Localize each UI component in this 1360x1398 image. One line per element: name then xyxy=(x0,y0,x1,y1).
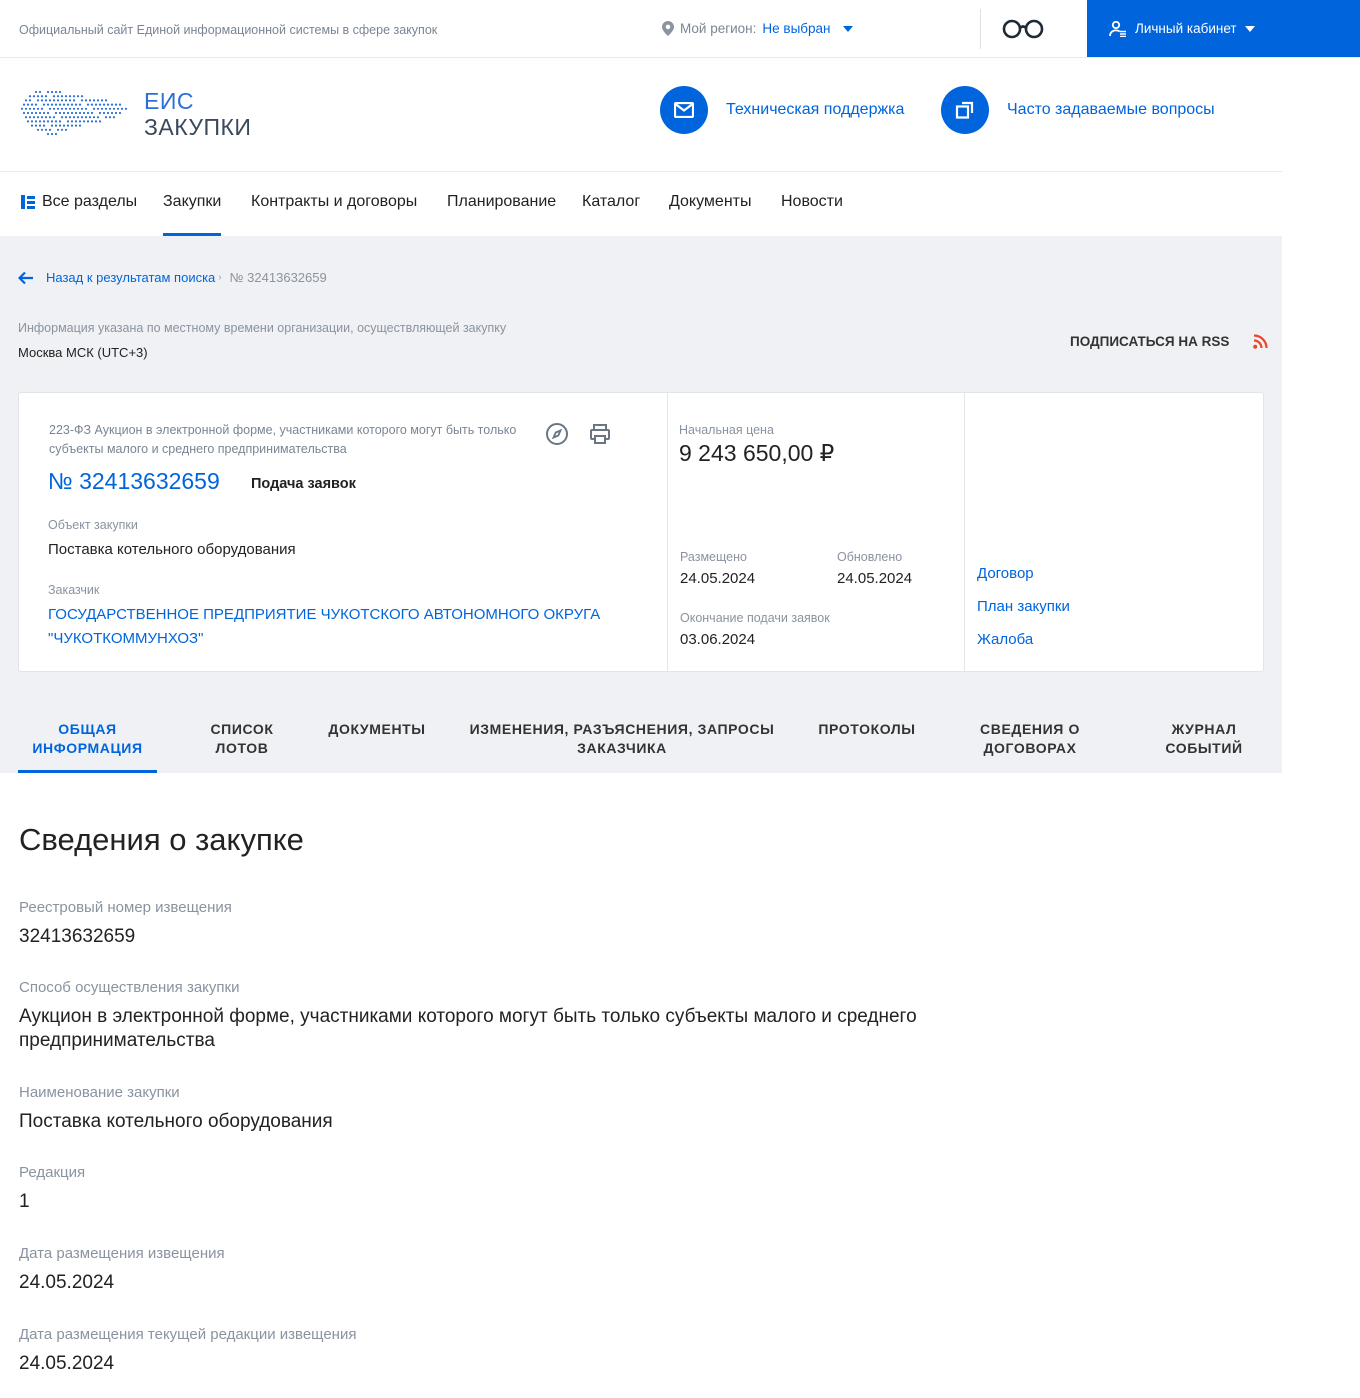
deadline-label: Окончание подачи заявок xyxy=(680,611,830,625)
complaint-link[interactable]: Жалоба xyxy=(977,631,1033,648)
field-value: 1 xyxy=(19,1191,30,1212)
updated-label: Обновлено xyxy=(837,550,903,564)
field-label: Реестровый номер извещения xyxy=(19,899,232,916)
breadcrumb-separator: › xyxy=(218,272,222,283)
purchase-plan-link[interactable]: План закупки xyxy=(977,598,1070,615)
russia-map-logo-icon xyxy=(20,90,128,136)
divider xyxy=(667,393,668,671)
purchase-stage: Подача заявок xyxy=(251,476,356,492)
divider xyxy=(980,9,981,49)
personal-cabinet-button[interactable]: Личный кабинет xyxy=(1087,0,1360,57)
timezone-note: Информация указана по местному времени о… xyxy=(18,321,507,335)
eis-logo[interactable]: ЕИС ЗАКУПКИ xyxy=(18,84,268,144)
tab-event-log[interactable]: ЖУРНАЛ СОБЫТИЙ xyxy=(1148,720,1260,758)
tab-documents[interactable]: ДОКУМЕНТЫ xyxy=(318,720,436,739)
region-selector[interactable]: Мой регион: Не выбран xyxy=(662,21,853,36)
nav-item-planning[interactable]: Планирование xyxy=(447,193,556,211)
chevron-down-icon xyxy=(842,25,853,32)
timezone-value: Москва МСК (UTC+3) xyxy=(18,345,148,360)
object-label: Объект закупки xyxy=(48,518,138,532)
rss-subscribe-button[interactable]: ПОДПИСАТЬСЯ НА RSS xyxy=(1070,334,1268,349)
chevron-down-icon xyxy=(1244,25,1255,32)
nav-item-news[interactable]: Новости xyxy=(781,193,843,211)
cabinet-label: Личный кабинет xyxy=(1135,21,1237,36)
posted-value: 24.05.2024 xyxy=(680,570,756,587)
tab-lots-list[interactable]: СПИСОК ЛОТОВ xyxy=(190,720,294,758)
compass-icon[interactable] xyxy=(545,422,569,446)
tab-general-info[interactable]: ОБЩАЯ ИНФОРМАЦИЯ xyxy=(18,720,157,758)
breadcrumb-current: № 32413632659 xyxy=(229,270,327,285)
nav-all-sections-label: Все разделы xyxy=(42,193,138,210)
user-icon xyxy=(1109,20,1126,37)
nav-all-sections[interactable]: Все разделы xyxy=(20,193,137,211)
active-tab-underline xyxy=(18,770,157,773)
price-label: Начальная цена xyxy=(679,423,774,437)
region-label: Мой регион: xyxy=(680,21,757,36)
contract-link[interactable]: Договор xyxy=(977,565,1034,582)
tab-changes-clarifications[interactable]: ИЗМЕНЕНИЯ, РАЗЪЯСНЕНИЯ, ЗАПРОСЫ ЗАКАЗЧИКА xyxy=(462,720,782,758)
site-title: Официальный сайт Единой информационной с… xyxy=(19,23,438,37)
purchase-summary-area: Назад к результатам поиска › № 324136326… xyxy=(0,236,1282,773)
page-title: Сведения о закупке xyxy=(19,822,304,857)
location-pin-icon xyxy=(662,21,674,36)
field-value: Поставка котельного оборудования xyxy=(19,1111,333,1132)
purchase-number[interactable]: № 32413632659 xyxy=(48,468,220,495)
updated-value: 24.05.2024 xyxy=(837,570,913,587)
field-value: Аукцион в электронной форме, участниками… xyxy=(19,1006,917,1051)
faq-label: Часто задаваемые вопросы xyxy=(1007,101,1215,118)
field-value: 32413632659 xyxy=(19,926,136,947)
purchase-card: 223-ФЗ Аукцион в электронной форме, учас… xyxy=(18,392,1264,672)
purchase-tabs: ОБЩАЯ ИНФОРМАЦИЯ СПИСОК ЛОТОВ ДОКУМЕНТЫ ИЗ… xyxy=(0,720,1282,773)
arrow-left-icon[interactable] xyxy=(18,271,34,285)
deadline-value: 03.06.2024 xyxy=(680,631,756,648)
logo-text: ЕИС ЗАКУПКИ xyxy=(144,88,252,140)
main-nav: Все разделы Закупки Контракты и договоры… xyxy=(0,172,1282,236)
region-value[interactable]: Не выбран xyxy=(762,21,830,36)
nav-item-catalog[interactable]: Каталог xyxy=(582,193,640,211)
purchase-type: 223-ФЗ Аукцион в электронной форме, учас… xyxy=(49,423,517,456)
price-value: 9 243 650,00 ₽ xyxy=(679,440,835,466)
nav-item-purchases[interactable]: Закупки xyxy=(163,193,222,236)
faq-link[interactable]: Часто задаваемые вопросы xyxy=(941,86,1215,134)
tech-support-link[interactable]: Техническая поддержка xyxy=(660,86,904,134)
customer-link[interactable]: ГОСУДАРСТВЕННОЕ ПРЕДПРИЯТИЕ ЧУКОТСКОГО А… xyxy=(48,603,628,651)
field-label: Дата размещения извещения xyxy=(19,1245,225,1262)
mail-icon xyxy=(660,86,708,134)
field-label: Дата размещения текущей редакции извещен… xyxy=(19,1326,357,1343)
back-to-search-link[interactable]: Назад к результатам поиска xyxy=(46,270,215,285)
print-icon[interactable] xyxy=(588,422,612,446)
tech-support-label: Техническая поддержка xyxy=(726,101,905,118)
field-label: Наименование закупки xyxy=(19,1084,180,1101)
sections-icon xyxy=(21,195,35,209)
glasses-icon[interactable] xyxy=(1002,18,1044,40)
field-label: Способ осуществления закупки xyxy=(19,979,240,996)
faq-windows-icon xyxy=(941,86,989,134)
posted-label: Размещено xyxy=(680,550,747,564)
field-value: 24.05.2024 xyxy=(19,1353,115,1374)
breadcrumb: Назад к результатам поиска › № 324136326… xyxy=(18,270,327,285)
nav-item-contracts[interactable]: Контракты и договоры xyxy=(251,193,417,211)
tab-contracts-info[interactable]: СВЕДЕНИЯ О ДОГОВОРАХ xyxy=(960,720,1100,758)
divider xyxy=(964,393,965,671)
rss-label: ПОДПИСАТЬСЯ НА RSS xyxy=(1070,334,1230,349)
customer-label: Заказчик xyxy=(48,583,100,597)
field-value: 24.05.2024 xyxy=(19,1272,115,1293)
site-header: ЕИС ЗАКУПКИ Техническая поддержка Часто … xyxy=(0,59,1282,172)
rss-icon xyxy=(1253,334,1268,349)
top-bar: Официальный сайт Единой информационной с… xyxy=(0,0,1360,58)
object-value: Поставка котельного оборудования xyxy=(48,541,296,558)
nav-item-documents[interactable]: Документы xyxy=(669,193,751,211)
field-label: Редакция xyxy=(19,1164,86,1181)
tab-protocols[interactable]: ПРОТОКОЛЫ xyxy=(807,720,927,739)
